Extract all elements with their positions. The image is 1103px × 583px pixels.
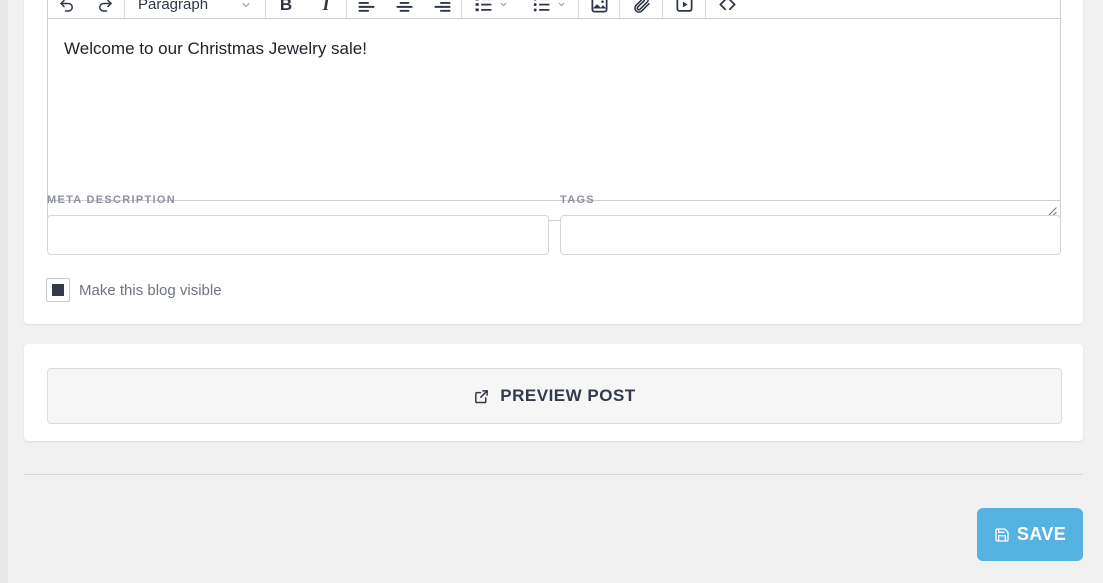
chevron-down-icon	[499, 0, 508, 9]
italic-icon: I	[322, 0, 329, 15]
bullet-list-icon	[532, 0, 551, 14]
preview-post-button[interactable]: PREVIEW POST	[47, 368, 1062, 424]
blog-content-card: Paragraph B I	[24, 0, 1083, 324]
rich-text-editor: Paragraph B I	[47, 0, 1061, 221]
chevron-down-icon	[240, 0, 252, 11]
blog-content-text: Welcome to our Christmas Jewelry sale!	[64, 39, 1044, 59]
meta-description-label: META DESCRIPTION	[47, 194, 176, 206]
bullet-list-button[interactable]	[520, 0, 578, 18]
align-right-button[interactable]	[423, 0, 461, 18]
align-left-button[interactable]	[347, 0, 385, 18]
paragraph-format-dropdown[interactable]: Paragraph	[125, 0, 265, 18]
visible-checkbox-row[interactable]: Make this blog visible	[46, 278, 222, 302]
save-floppy-icon	[994, 527, 1010, 543]
bold-icon: B	[280, 0, 292, 15]
image-icon	[590, 0, 609, 14]
italic-button[interactable]: I	[306, 0, 346, 18]
numbered-list-button[interactable]	[462, 0, 520, 18]
visible-checkbox[interactable]	[46, 278, 70, 302]
align-right-icon	[433, 0, 452, 14]
blog-content-editable[interactable]: Welcome to our Christmas Jewelry sale!	[48, 19, 1060, 201]
chevron-down-icon	[557, 0, 566, 9]
save-button[interactable]: SAVE	[977, 508, 1083, 561]
numbered-list-icon	[474, 0, 493, 14]
insert-media-button[interactable]	[663, 0, 705, 18]
align-left-icon	[357, 0, 376, 14]
insert-image-button[interactable]	[579, 0, 619, 18]
editor-toolbar: Paragraph B I	[48, 0, 1060, 19]
insert-link-button[interactable]	[620, 0, 662, 18]
paragraph-format-label: Paragraph	[138, 0, 208, 13]
align-center-button[interactable]	[385, 0, 423, 18]
visible-checkbox-label: Make this blog visible	[79, 282, 222, 299]
undo-button[interactable]	[48, 0, 86, 18]
footer-divider	[24, 474, 1083, 475]
redo-icon	[96, 0, 114, 14]
tags-input[interactable]	[560, 215, 1061, 255]
undo-icon	[58, 0, 76, 14]
media-icon	[675, 0, 694, 14]
redo-button[interactable]	[86, 0, 124, 18]
tags-label: TAGS	[560, 194, 595, 206]
bold-button[interactable]: B	[266, 0, 306, 18]
blog-editor-page: Paragraph B I	[0, 0, 1103, 583]
code-icon	[718, 0, 737, 14]
align-center-icon	[395, 0, 414, 14]
meta-description-input[interactable]	[47, 215, 549, 255]
checkbox-checked-mark	[52, 284, 64, 296]
preview-post-label: PREVIEW POST	[500, 386, 635, 406]
preview-card: PREVIEW POST	[24, 344, 1083, 441]
paperclip-icon	[632, 0, 651, 14]
source-code-button[interactable]	[706, 0, 748, 18]
external-link-icon	[473, 388, 490, 405]
save-button-label: SAVE	[1017, 524, 1066, 545]
page-left-edge	[0, 0, 8, 583]
